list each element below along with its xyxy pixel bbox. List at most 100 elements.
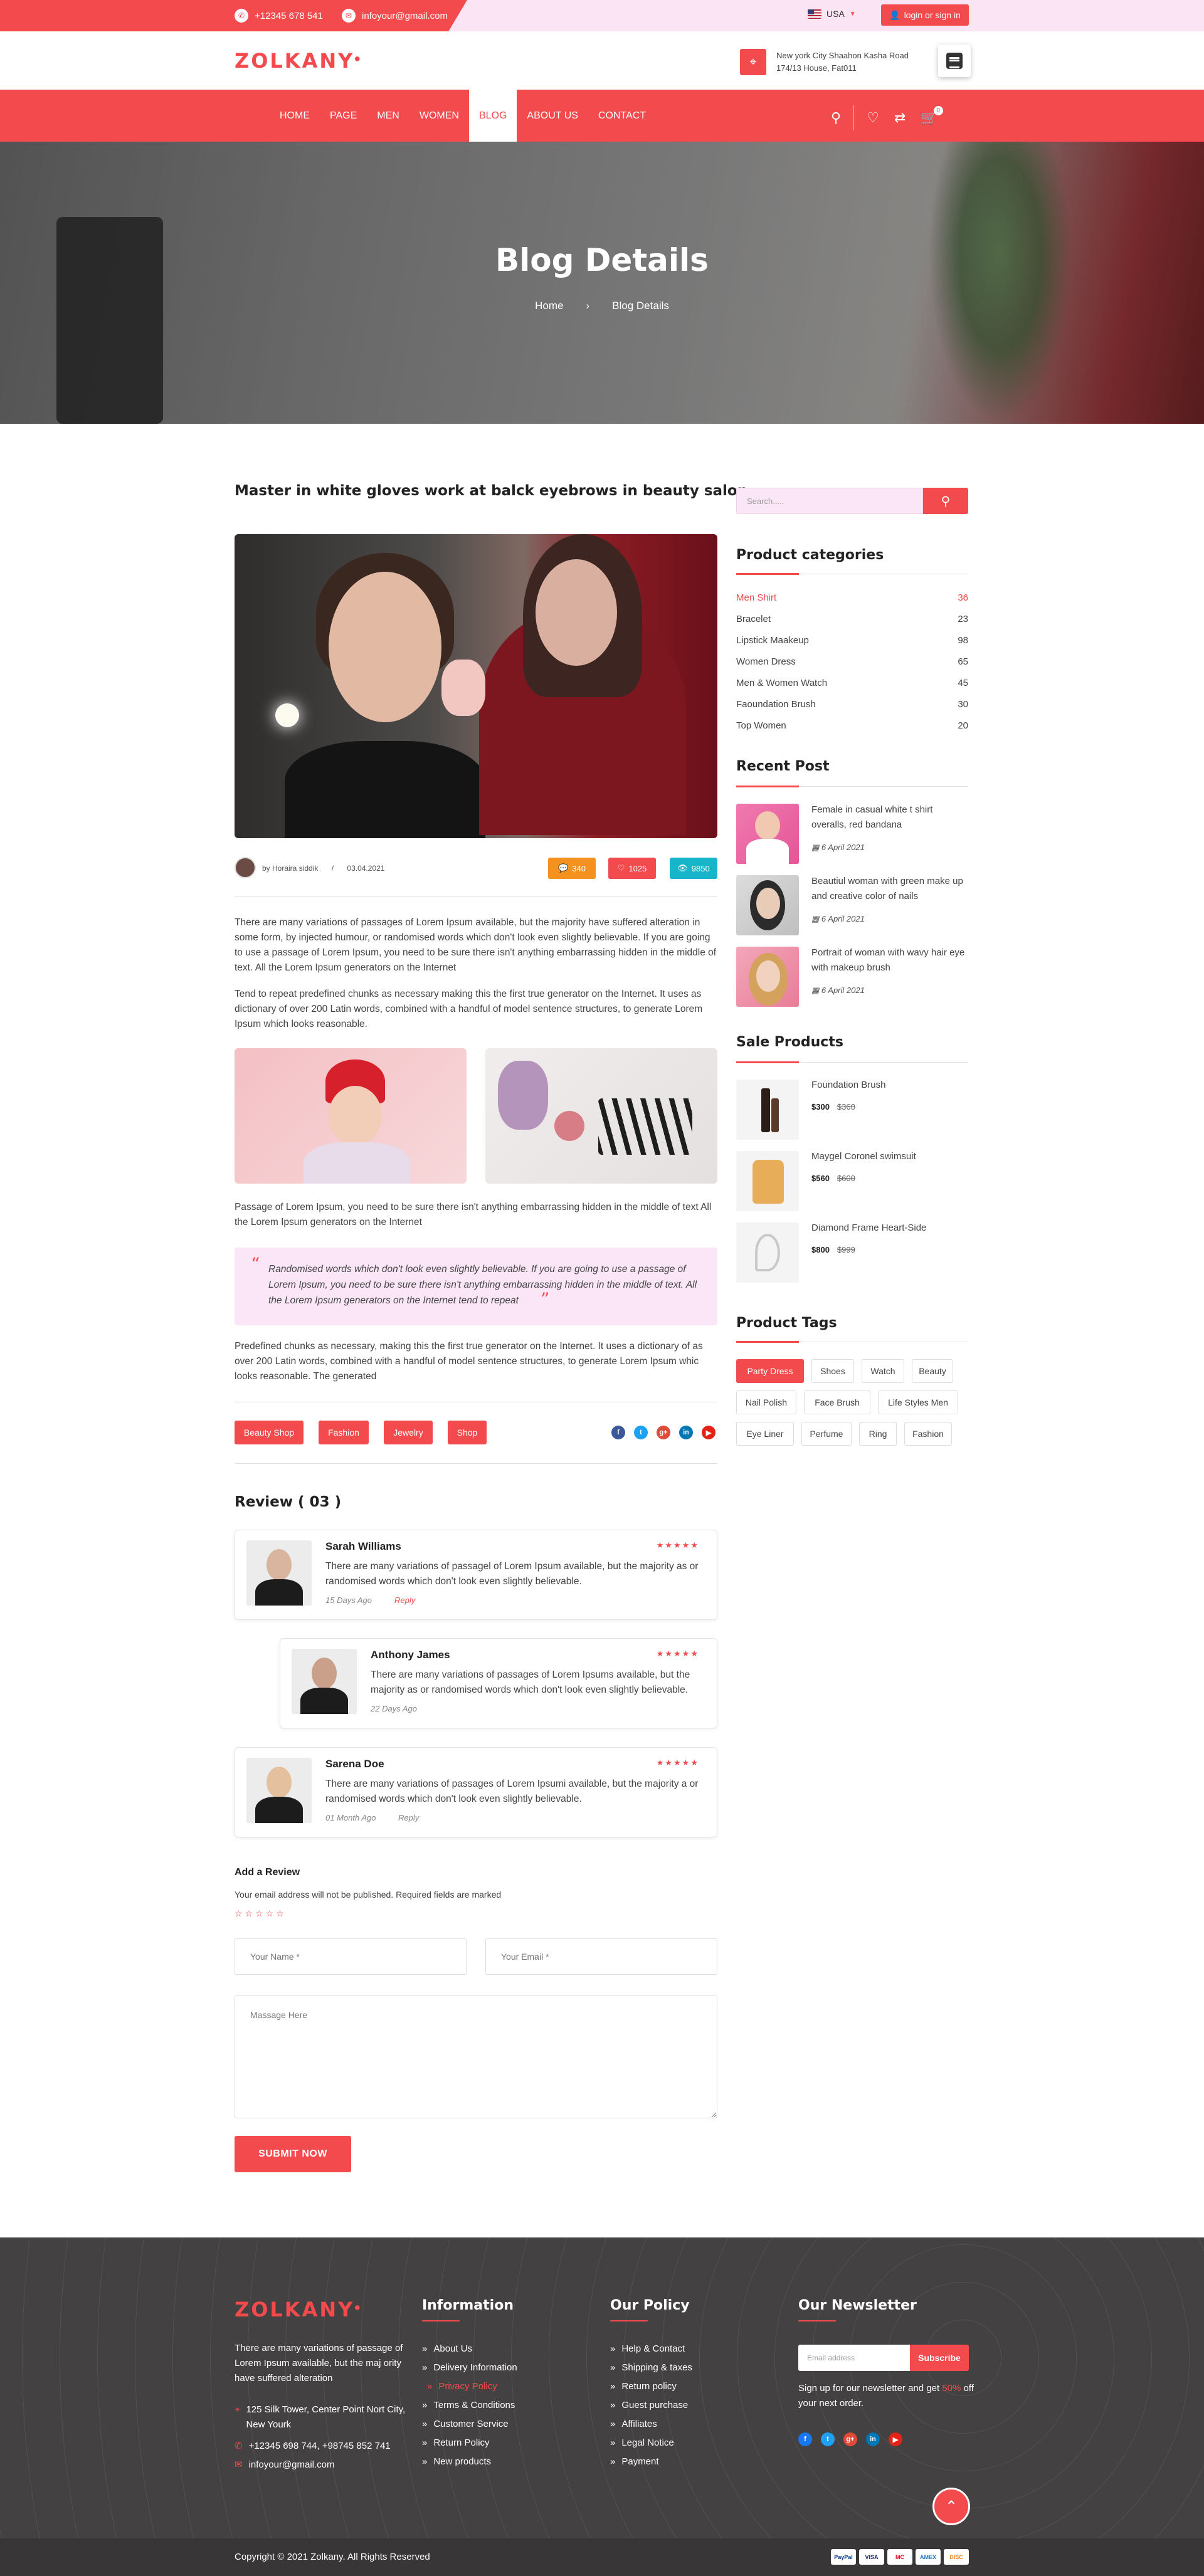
- recent-post-thumb[interactable]: [736, 875, 799, 935]
- post-tag[interactable]: Jewelry: [384, 1421, 433, 1444]
- sale-product-thumb[interactable]: [736, 1151, 799, 1211]
- category-item[interactable]: Women Dress 65: [736, 656, 968, 667]
- sale-product-thumb[interactable]: [736, 1080, 799, 1140]
- footer-link[interactable]: » Customer Service: [422, 2419, 509, 2429]
- menu-button[interactable]: [938, 45, 971, 77]
- comments-badge[interactable]: 💬 340: [548, 858, 596, 879]
- product-tag[interactable]: Nail Polish: [736, 1391, 796, 1414]
- back-to-top-button[interactable]: ⌃: [932, 2488, 970, 2525]
- nav-icons: ⚲ ♡ ⇄ 🛒 0: [831, 105, 943, 130]
- cart-icon[interactable]: 🛒 0: [921, 106, 943, 126]
- category-item[interactable]: Lipstick Maakeup 98: [736, 635, 968, 646]
- nav-item-women[interactable]: WOMEN: [409, 90, 469, 142]
- footer-link[interactable]: » Affiliates: [610, 2419, 657, 2429]
- linkedin-icon[interactable]: in: [679, 1426, 693, 1439]
- email-field[interactable]: [485, 1938, 717, 1975]
- twitter-icon[interactable]: t: [634, 1426, 648, 1439]
- login-button[interactable]: 👤 login or sign in: [881, 4, 969, 26]
- submit-button[interactable]: SUBMIT NOW: [235, 2136, 351, 2172]
- compare-icon[interactable]: ⇄: [894, 110, 906, 126]
- topbar-phone[interactable]: ✆ +12345 678 541: [235, 9, 323, 23]
- nav-item-men[interactable]: MEN: [367, 90, 409, 142]
- footer-link[interactable]: » Shipping & taxes: [610, 2362, 692, 2373]
- footer-link[interactable]: » Privacy Policy: [427, 2381, 497, 2392]
- twitter-icon[interactable]: t: [821, 2432, 835, 2446]
- footer-link[interactable]: » Legal Notice: [610, 2437, 674, 2448]
- reply-link[interactable]: Reply: [398, 1813, 419, 1822]
- category-name: Men Shirt: [736, 592, 777, 603]
- rating-input-stars[interactable]: ☆☆☆☆☆: [235, 1908, 287, 1919]
- facebook-icon[interactable]: f: [798, 2432, 812, 2446]
- nav-item-contact[interactable]: CONTACT: [588, 90, 656, 142]
- post-tag[interactable]: Beauty Shop: [235, 1421, 304, 1444]
- recent-post-title[interactable]: Portrait of woman with wavy hair eye wit…: [811, 945, 968, 975]
- youtube-icon[interactable]: ▶: [702, 1426, 716, 1439]
- breadcrumb-home[interactable]: Home: [535, 300, 563, 312]
- product-tag[interactable]: Life Styles Men: [878, 1391, 958, 1414]
- product-tag[interactable]: Ring: [859, 1422, 897, 1446]
- nav-item-blog[interactable]: BLOG: [468, 90, 517, 142]
- likes-badge[interactable]: ♡ 1025: [608, 858, 656, 879]
- product-tag[interactable]: Fashion: [904, 1422, 952, 1446]
- site-logo[interactable]: ZOLKANY●: [235, 49, 362, 73]
- newsletter-email-input[interactable]: Email address: [798, 2345, 910, 2371]
- nav-item-home[interactable]: HOME: [270, 90, 320, 142]
- footer-link[interactable]: » About Us: [422, 2343, 472, 2354]
- newsletter-note-1: Sign up for our newsletter and get: [798, 2383, 940, 2394]
- review-card: Sarena Doe ★★★★★ There are many variatio…: [235, 1747, 717, 1837]
- footer-link[interactable]: » Help & Contact: [610, 2343, 685, 2354]
- google-plus-icon[interactable]: g+: [657, 1426, 670, 1439]
- sale-product-thumb[interactable]: [736, 1222, 799, 1283]
- nav-item-page[interactable]: PAGE: [320, 90, 367, 142]
- footer-link[interactable]: » Terms & Conditions: [422, 2400, 515, 2410]
- post-image-lipstick-woman: [235, 1048, 467, 1184]
- recent-post-title[interactable]: Beautiul woman with green make up and cr…: [811, 874, 968, 904]
- product-tag[interactable]: Eye Liner: [736, 1422, 794, 1446]
- footer-link[interactable]: » Return Policy: [422, 2437, 490, 2448]
- topbar-email[interactable]: ✉ infoyour@gmail.com: [342, 9, 448, 23]
- category-item[interactable]: Faoundation Brush 30: [736, 699, 968, 710]
- footer-logo[interactable]: ZOLKANY●: [235, 2298, 362, 2321]
- nav-item-about-us[interactable]: ABOUT US: [517, 90, 588, 142]
- post-author[interactable]: by Horaira siddik: [262, 864, 318, 873]
- heart-icon[interactable]: ♡: [867, 110, 879, 126]
- product-tag[interactable]: Face Brush: [804, 1391, 870, 1414]
- sale-product-name[interactable]: Maygel Coronel swimsuit: [811, 1151, 916, 1162]
- footer-link-label: Terms & Conditions: [433, 2400, 515, 2410]
- youtube-icon[interactable]: ▶: [889, 2432, 902, 2446]
- category-item[interactable]: Men Shirt 36: [736, 592, 968, 603]
- reply-link[interactable]: Reply: [394, 1596, 415, 1605]
- subscribe-button[interactable]: Subscribe: [910, 2345, 969, 2371]
- facebook-icon[interactable]: f: [611, 1426, 625, 1439]
- footer-link[interactable]: » Guest purchase: [610, 2400, 688, 2410]
- post-tag[interactable]: Fashion: [319, 1421, 369, 1444]
- footer-link[interactable]: » Return policy: [610, 2381, 677, 2392]
- product-tag[interactable]: Shoes: [811, 1359, 854, 1383]
- post-tag[interactable]: Shop: [448, 1421, 487, 1444]
- message-field[interactable]: [235, 1995, 717, 2118]
- recent-post-thumb[interactable]: [736, 947, 799, 1007]
- sale-product-name[interactable]: Foundation Brush: [811, 1080, 885, 1090]
- rating-stars: ★★★★★: [656, 1649, 699, 1658]
- category-item[interactable]: Bracelet 23: [736, 614, 968, 624]
- sale-product-name[interactable]: Diamond Frame Heart-Side: [811, 1222, 926, 1233]
- category-item[interactable]: Men & Women Watch 45: [736, 678, 968, 688]
- product-tag[interactable]: Beauty: [912, 1359, 953, 1383]
- search-icon[interactable]: ⚲: [831, 110, 841, 126]
- recent-post-title[interactable]: Female in casual white t shirt overalls,…: [811, 802, 968, 833]
- name-field[interactable]: [235, 1938, 467, 1975]
- footer-link[interactable]: » New products: [422, 2456, 491, 2467]
- footer-link[interactable]: » Delivery Information: [422, 2362, 517, 2373]
- recent-post-thumb[interactable]: [736, 804, 799, 864]
- search-button[interactable]: ⚲: [923, 488, 968, 514]
- product-tag[interactable]: Perfume: [801, 1422, 852, 1446]
- google-plus-icon[interactable]: g+: [843, 2432, 857, 2446]
- category-item[interactable]: Top Women 20: [736, 720, 968, 731]
- footer-link[interactable]: » Payment: [610, 2456, 659, 2467]
- linkedin-icon[interactable]: in: [866, 2432, 880, 2446]
- language-selector[interactable]: USA ▼: [808, 9, 856, 19]
- product-tag[interactable]: Party Dress: [736, 1359, 804, 1383]
- product-tag[interactable]: Watch: [862, 1359, 904, 1383]
- footer-email[interactable]: ✉ infoyour@gmail.com: [235, 2458, 335, 2473]
- search-input[interactable]: Search.....: [736, 488, 923, 514]
